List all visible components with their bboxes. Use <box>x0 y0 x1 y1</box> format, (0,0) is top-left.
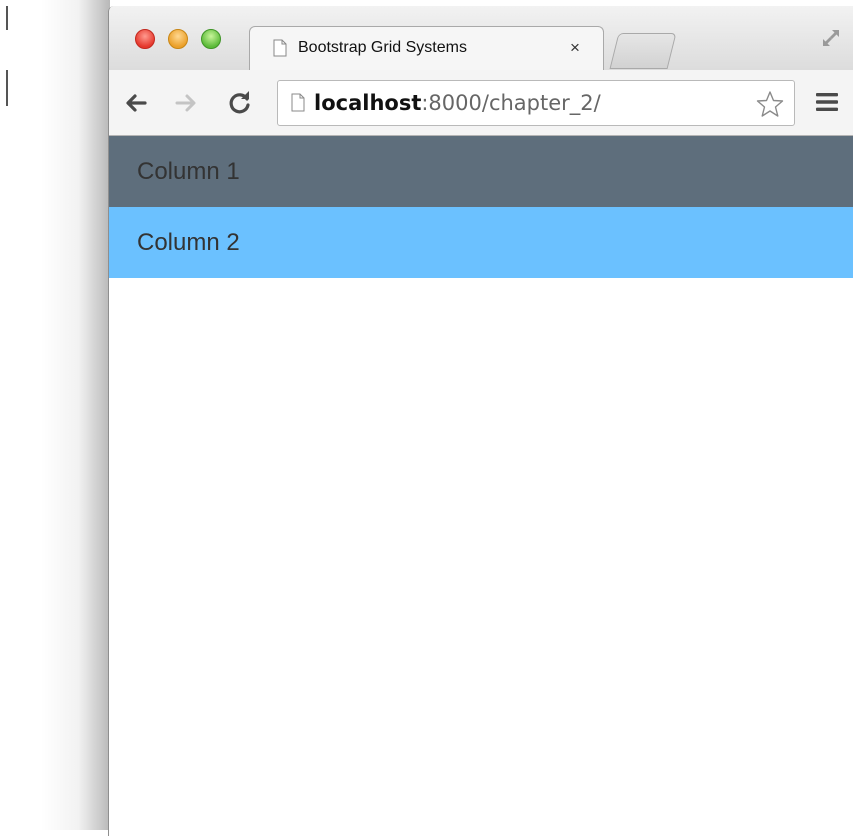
grid-column-1: Column 1 <box>109 136 853 207</box>
close-window-button[interactable] <box>135 29 155 49</box>
address-bar[interactable]: localhost:8000/chapter_2/ <box>277 80 795 126</box>
address-url: localhost:8000/chapter_2/ <box>314 91 601 115</box>
page-content: Column 1 Column 2 <box>109 136 853 278</box>
tab-title: Bootstrap Grid Systems <box>298 39 467 56</box>
desktop-edge-mark <box>6 6 8 30</box>
reload-icon[interactable] <box>227 90 253 116</box>
tab-close-button[interactable]: × <box>570 38 580 58</box>
page-icon <box>273 39 287 57</box>
window-shadow <box>40 0 110 830</box>
new-tab-button[interactable] <box>609 33 677 69</box>
menu-icon[interactable] <box>815 90 839 114</box>
back-arrow-icon[interactable] <box>123 90 149 116</box>
desktop-edge-mark <box>6 70 8 106</box>
star-icon[interactable] <box>756 90 784 118</box>
url-path: :8000/chapter_2/ <box>421 91 601 115</box>
browser-window: Bootstrap Grid Systems × localhost:8000/… <box>108 6 853 836</box>
forward-arrow-icon[interactable] <box>173 90 199 116</box>
title-bar: Bootstrap Grid Systems × <box>109 6 853 72</box>
browser-toolbar: localhost:8000/chapter_2/ <box>109 70 853 136</box>
tab-bootstrap-grid-systems[interactable]: Bootstrap Grid Systems × <box>249 26 604 72</box>
fullscreen-icon[interactable] <box>821 28 841 48</box>
minimize-window-button[interactable] <box>168 29 188 49</box>
page-icon <box>291 93 305 112</box>
zoom-window-button[interactable] <box>201 29 221 49</box>
column-1-label: Column 1 <box>137 157 240 185</box>
column-2-label: Column 2 <box>137 228 240 256</box>
url-host: localhost <box>314 91 422 115</box>
grid-column-2: Column 2 <box>109 207 853 278</box>
